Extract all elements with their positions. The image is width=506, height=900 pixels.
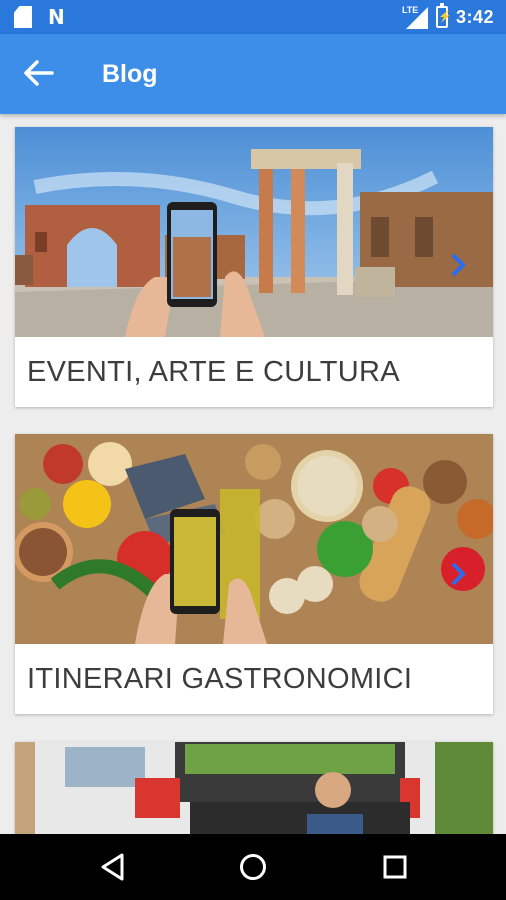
card-image-car	[15, 742, 493, 834]
clock: 3:42	[455, 6, 494, 27]
status-bar: N LTE ⚡ 3:42	[0, 0, 506, 34]
home-circle-icon[interactable]	[238, 852, 268, 882]
arrow-back-icon[interactable]	[22, 58, 56, 88]
n-notification-icon: N	[48, 5, 65, 29]
battery-charging-icon: ⚡	[435, 3, 452, 28]
back-triangle-icon[interactable]	[98, 852, 128, 882]
card-image-pompeii	[15, 127, 493, 337]
blog-card-itinerari[interactable]: ITINERARI GASTRONOMICI	[15, 434, 493, 714]
lte-signal-icon: LTE	[402, 5, 428, 29]
sd-card-icon	[14, 6, 32, 28]
card-title: EVENTI, ARTE E CULTURA	[27, 356, 400, 388]
app-bar: Blog	[0, 34, 506, 114]
blog-list[interactable]: EVENTI, ARTE E CULTURA ITINERARI GASTRON…	[0, 114, 506, 834]
navigation-bar	[0, 834, 506, 900]
signal-bars	[405, 7, 428, 29]
blog-card-third[interactable]	[15, 742, 493, 834]
page-title: Blog	[102, 60, 158, 88]
recents-square-icon[interactable]	[380, 852, 410, 882]
system-status: LTE ⚡ 3:42	[402, 3, 494, 29]
card-title: ITINERARI GASTRONOMICI	[27, 663, 413, 695]
card-image-food	[15, 434, 493, 644]
blog-card-eventi[interactable]: EVENTI, ARTE E CULTURA	[15, 127, 493, 407]
notification-area: N	[14, 6, 65, 28]
